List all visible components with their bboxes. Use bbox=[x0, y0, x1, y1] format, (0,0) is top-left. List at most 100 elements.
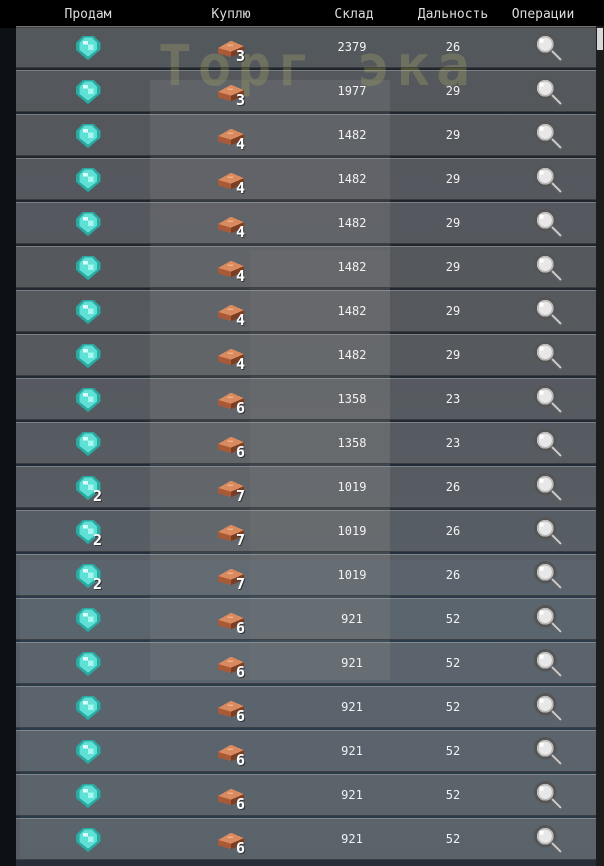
table-row[interactable]: 6 921 52 bbox=[16, 818, 596, 860]
distance-value: 26 bbox=[445, 40, 461, 54]
distance-value: 23 bbox=[445, 392, 461, 406]
buy-count: 6 bbox=[236, 707, 246, 725]
header-distance[interactable]: Дальность bbox=[418, 7, 488, 22]
distance-value: 29 bbox=[445, 216, 461, 230]
magnifier-icon[interactable] bbox=[534, 561, 563, 590]
buy-count: 3 bbox=[236, 91, 246, 109]
stock-value: 1482 bbox=[337, 348, 367, 362]
table-row[interactable]: 4 1482 29 bbox=[16, 114, 596, 156]
header-buy[interactable]: Куплю bbox=[211, 7, 250, 22]
table-row[interactable]: 6 921 52 bbox=[16, 730, 596, 772]
table-row[interactable]: 4 1482 29 bbox=[16, 158, 596, 200]
distance-value: 52 bbox=[445, 832, 461, 846]
buy-count: 4 bbox=[236, 179, 246, 197]
diamond-icon bbox=[74, 782, 102, 810]
distance-value: 52 bbox=[445, 656, 461, 670]
buy-count: 4 bbox=[236, 311, 246, 329]
table-row[interactable]: 6 921 52 bbox=[16, 598, 596, 640]
table-row[interactable]: 6 921 52 bbox=[16, 774, 596, 816]
diamond-icon bbox=[74, 738, 102, 766]
buy-count: 7 bbox=[236, 531, 246, 549]
header-operations[interactable]: Операции bbox=[512, 7, 575, 22]
distance-value: 26 bbox=[445, 524, 461, 538]
magnifier-icon[interactable] bbox=[534, 165, 563, 194]
buy-count: 6 bbox=[236, 795, 246, 813]
table-row[interactable]: 6 921 52 bbox=[16, 686, 596, 728]
stock-value: 1977 bbox=[337, 84, 367, 98]
buy-count: 4 bbox=[236, 355, 246, 373]
stock-value: 1358 bbox=[337, 436, 367, 450]
buy-count: 6 bbox=[236, 443, 246, 461]
scrollbar-thumb[interactable] bbox=[597, 28, 603, 50]
magnifier-icon[interactable] bbox=[534, 473, 563, 502]
table-row[interactable]: 4 1482 29 bbox=[16, 290, 596, 332]
magnifier-icon[interactable] bbox=[534, 781, 563, 810]
buy-count: 6 bbox=[236, 751, 246, 769]
magnifier-icon[interactable] bbox=[534, 649, 563, 678]
magnifier-icon[interactable] bbox=[534, 121, 563, 150]
distance-value: 52 bbox=[445, 744, 461, 758]
table-row[interactable]: 3 1977 29 bbox=[16, 70, 596, 112]
magnifier-icon[interactable] bbox=[534, 825, 563, 854]
table-row[interactable]: 2 7 1019 26 bbox=[16, 554, 596, 596]
magnifier-icon[interactable] bbox=[534, 737, 563, 766]
table-row[interactable]: 6 1358 23 bbox=[16, 422, 596, 464]
stock-value: 1482 bbox=[337, 260, 367, 274]
table-row[interactable]: 6 921 52 bbox=[16, 642, 596, 684]
diamond-icon bbox=[74, 34, 102, 62]
table-row[interactable]: 6 1358 23 bbox=[16, 378, 596, 420]
table-row[interactable]: 4 1482 29 bbox=[16, 202, 596, 244]
diamond-icon bbox=[74, 694, 102, 722]
diamond-icon bbox=[74, 166, 102, 194]
sell-count: 2 bbox=[93, 531, 103, 549]
magnifier-icon[interactable] bbox=[534, 209, 563, 238]
header-stock[interactable]: Склад bbox=[334, 7, 373, 22]
trade-table: 3 2379 26 3 1977 29 4 1482 29 4 1482 29 4 148 bbox=[16, 26, 596, 866]
distance-value: 29 bbox=[445, 304, 461, 318]
magnifier-icon[interactable] bbox=[534, 77, 563, 106]
stock-value: 1019 bbox=[337, 524, 367, 538]
diamond-icon bbox=[74, 298, 102, 326]
magnifier-icon[interactable] bbox=[534, 297, 563, 326]
diamond-icon bbox=[74, 210, 102, 238]
buy-count: 6 bbox=[236, 399, 246, 417]
stock-value: 1482 bbox=[337, 128, 367, 142]
magnifier-icon[interactable] bbox=[534, 517, 563, 546]
table-row[interactable]: 4 1482 29 bbox=[16, 246, 596, 288]
magnifier-icon[interactable] bbox=[534, 429, 563, 458]
magnifier-icon[interactable] bbox=[534, 605, 563, 634]
distance-value: 52 bbox=[445, 612, 461, 626]
stock-value: 1482 bbox=[337, 172, 367, 186]
stock-value: 921 bbox=[341, 744, 363, 758]
magnifier-icon[interactable] bbox=[534, 253, 563, 282]
buy-count: 6 bbox=[236, 839, 246, 857]
stock-value: 2379 bbox=[337, 40, 367, 54]
left-edge bbox=[0, 26, 16, 866]
diamond-icon bbox=[74, 606, 102, 634]
stock-value: 1358 bbox=[337, 392, 367, 406]
sell-count: 2 bbox=[93, 575, 103, 593]
stock-value: 1482 bbox=[337, 304, 367, 318]
distance-value: 23 bbox=[445, 436, 461, 450]
stock-value: 921 bbox=[341, 700, 363, 714]
distance-value: 52 bbox=[445, 788, 461, 802]
table-row[interactable]: 3 2379 26 bbox=[16, 26, 596, 68]
diamond-icon bbox=[74, 430, 102, 458]
magnifier-icon[interactable] bbox=[534, 693, 563, 722]
magnifier-icon[interactable] bbox=[534, 33, 563, 62]
buy-count: 6 bbox=[236, 663, 246, 681]
magnifier-icon[interactable] bbox=[534, 341, 563, 370]
diamond-icon bbox=[74, 254, 102, 282]
table-row[interactable]: 4 1482 29 bbox=[16, 334, 596, 376]
table-row[interactable]: 2 7 1019 26 bbox=[16, 510, 596, 552]
header-sell[interactable]: Продам bbox=[65, 7, 112, 22]
diamond-icon bbox=[74, 122, 102, 150]
distance-value: 29 bbox=[445, 84, 461, 98]
buy-count: 3 bbox=[236, 47, 246, 65]
scrollbar[interactable] bbox=[596, 26, 604, 866]
buy-count: 7 bbox=[236, 487, 246, 505]
magnifier-icon[interactable] bbox=[534, 385, 563, 414]
table-row[interactable]: 2 7 1019 26 bbox=[16, 466, 596, 508]
stock-value: 921 bbox=[341, 612, 363, 626]
stock-value: 921 bbox=[341, 832, 363, 846]
